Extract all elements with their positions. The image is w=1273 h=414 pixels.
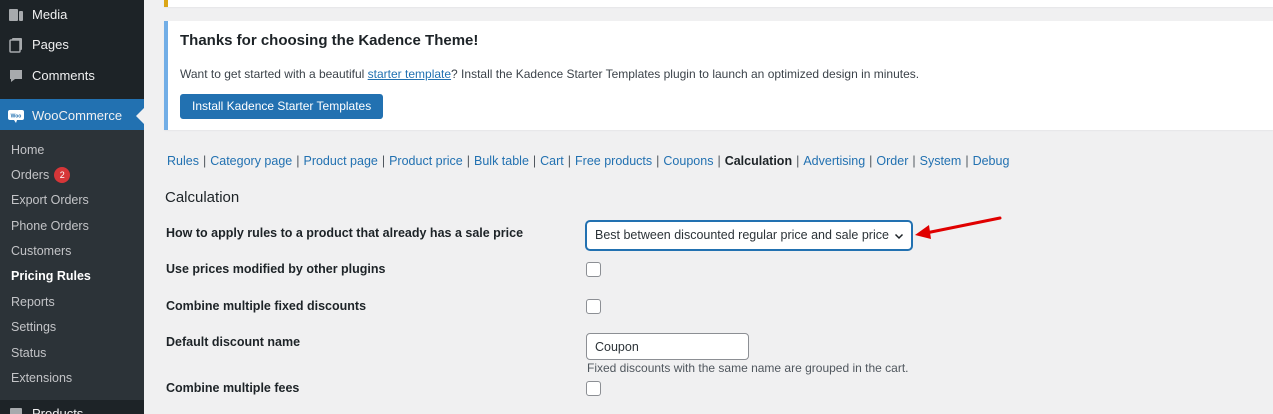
submenu-label: Settings xyxy=(11,320,57,334)
woocommerce-submenu: Home Orders 2 Export Orders Phone Orders … xyxy=(0,130,144,400)
admin-sidebar: Media Pages Comments Woo WooCommerce Hom… xyxy=(0,0,144,414)
tab-separator: | xyxy=(466,154,470,168)
products-icon xyxy=(0,406,32,414)
tab-category-page[interactable]: Category page xyxy=(210,154,292,168)
woocommerce-icon: Woo xyxy=(0,108,32,124)
tab-separator: | xyxy=(296,154,300,168)
tab-debug[interactable]: Debug xyxy=(973,154,1010,168)
pages-icon xyxy=(0,37,32,53)
comments-icon xyxy=(0,68,32,84)
submenu-label: Phone Orders xyxy=(11,219,89,233)
tab-system[interactable]: System xyxy=(920,154,962,168)
tab-separator: | xyxy=(869,154,873,168)
submenu-item-home[interactable]: Home xyxy=(11,140,44,160)
apply-rules-selected-value: Best between discounted regular price an… xyxy=(595,228,889,242)
default-discount-name-label: Default discount name xyxy=(166,335,301,349)
tab-separator: | xyxy=(532,154,537,168)
submenu-label: Orders xyxy=(11,168,50,182)
submenu-item-orders[interactable]: Orders 2 xyxy=(11,165,71,185)
kadence-notice: Thanks for choosing the Kadence Theme! W… xyxy=(164,21,1273,130)
tab-calculation[interactable]: Calculation xyxy=(725,154,792,168)
submenu-label: Extensions xyxy=(11,371,73,385)
tab-advertising[interactable]: Advertising xyxy=(803,154,865,168)
apply-rules-label: How to apply rules to a product that alr… xyxy=(166,226,524,240)
sidebar-item-comments[interactable]: Comments xyxy=(0,60,144,91)
tab-cart[interactable]: Cart xyxy=(540,154,564,168)
tab-product-price[interactable]: Product price xyxy=(389,154,463,168)
combine-fixed-checkbox[interactable] xyxy=(586,299,601,314)
sidebar-item-woocommerce[interactable]: Woo WooCommerce xyxy=(0,99,144,132)
submenu-item-settings[interactable]: Settings xyxy=(11,317,56,337)
combine-fees-label: Combine multiple fees xyxy=(166,381,300,395)
install-starter-templates-button[interactable]: Install Kadence Starter Templates xyxy=(180,94,384,119)
tab-bulk-table[interactable]: Bulk table xyxy=(474,154,529,168)
sidebar-item-label: WooCommerce xyxy=(32,108,123,123)
submenu-item-phone-orders[interactable]: Phone Orders xyxy=(11,216,89,236)
svg-text:Woo: Woo xyxy=(11,113,22,119)
tab-product-page[interactable]: Product page xyxy=(303,154,377,168)
tab-separator: | xyxy=(912,154,916,168)
sidebar-item-label: Products xyxy=(32,406,84,414)
tab-separator: | xyxy=(656,154,660,168)
modified-prices-checkbox[interactable] xyxy=(586,262,601,277)
submenu-item-reports[interactable]: Reports xyxy=(11,292,55,312)
apply-rules-select[interactable]: Best between discounted regular price an… xyxy=(586,221,912,250)
submenu-label: Customers xyxy=(11,244,72,258)
tab-separator: | xyxy=(202,154,207,168)
tab-separator: | xyxy=(567,154,572,168)
notice-text-before: Want to get started with a beautiful xyxy=(180,67,368,81)
sidebar-item-label: Pages xyxy=(32,37,69,52)
tab-separator: | xyxy=(796,154,800,168)
tab-separator: | xyxy=(965,154,969,168)
notice-text: Want to get started with a beautiful sta… xyxy=(180,67,919,81)
tab-separator: | xyxy=(717,154,721,168)
submenu-label: Home xyxy=(11,143,45,157)
submenu-label: Reports xyxy=(11,295,55,309)
annotation-arrow-icon xyxy=(915,216,1002,239)
submenu-item-customers[interactable]: Customers xyxy=(11,241,71,261)
section-title: Calculation xyxy=(165,189,240,206)
sidebar-item-label: Media xyxy=(32,7,68,22)
sidebar-item-label: Comments xyxy=(32,68,95,83)
submenu-item-pricing-rules[interactable]: Pricing Rules xyxy=(11,266,91,286)
orders-count-badge: 2 xyxy=(54,167,71,183)
modified-prices-label: Use prices modified by other plugins xyxy=(166,262,386,276)
notice-text-after: ? Install the Kadence Starter Templates … xyxy=(451,67,920,81)
combine-fees-checkbox[interactable] xyxy=(586,381,601,396)
notice-title: Thanks for choosing the Kadence Theme! xyxy=(180,32,479,49)
default-discount-name-description: Fixed discounts with the same name are g… xyxy=(587,361,909,375)
tab-separator: | xyxy=(381,154,386,168)
tab-free-products[interactable]: Free products xyxy=(575,154,652,168)
tab-rules[interactable]: Rules xyxy=(167,154,199,168)
previous-notice xyxy=(164,0,1273,7)
submenu-item-extensions[interactable]: Extensions xyxy=(11,368,72,388)
submenu-item-status[interactable]: Status xyxy=(11,343,46,363)
sidebar-item-products[interactable]: Products xyxy=(0,398,144,414)
starter-template-link[interactable]: starter template xyxy=(368,67,451,81)
default-discount-name-input[interactable] xyxy=(586,333,749,360)
submenu-label: Export Orders xyxy=(11,193,89,207)
sidebar-item-media[interactable]: Media xyxy=(0,0,144,30)
sidebar-item-pages[interactable]: Pages xyxy=(0,29,144,60)
submenu-item-export-orders[interactable]: Export Orders xyxy=(11,190,89,210)
chevron-down-icon xyxy=(894,233,904,240)
media-icon xyxy=(0,7,32,23)
submenu-label: Status xyxy=(11,346,47,360)
submenu-label: Pricing Rules xyxy=(11,269,91,283)
tab-coupons[interactable]: Coupons xyxy=(663,154,713,168)
settings-tabs: Rules | Category page | Product page | Product… xyxy=(167,154,1009,168)
combine-fixed-label: Combine multiple fixed discounts xyxy=(166,299,367,313)
tab-order[interactable]: Order xyxy=(876,154,908,168)
